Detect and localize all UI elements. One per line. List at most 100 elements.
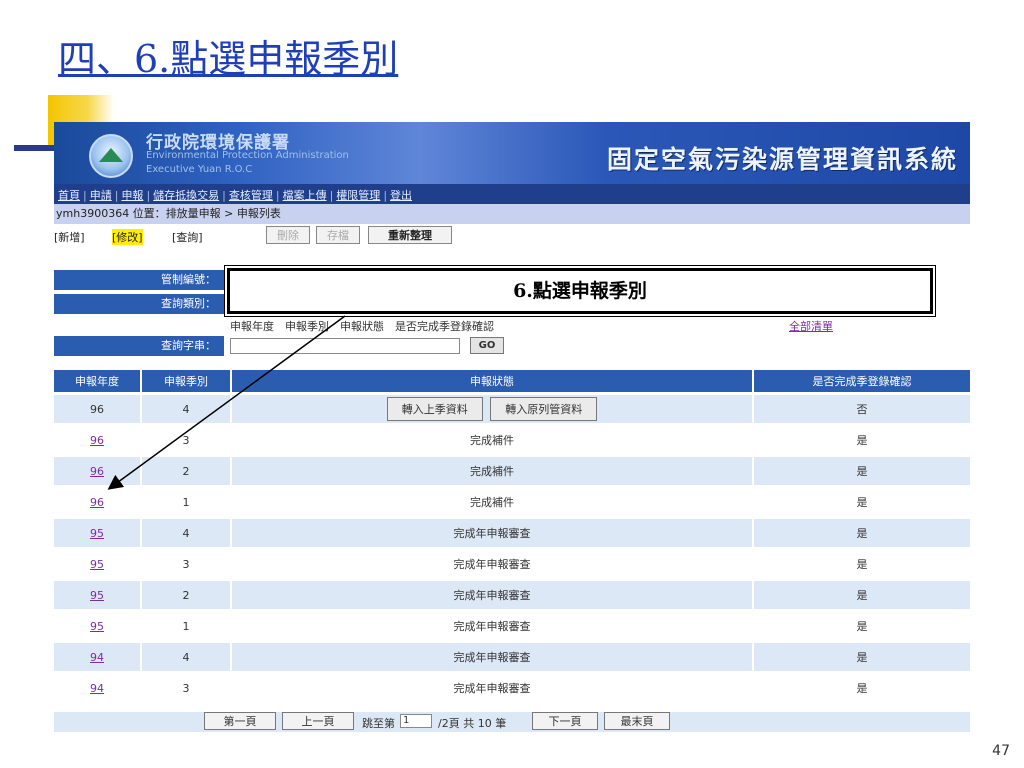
table-row: 95 2 完成年申報審查是	[54, 581, 970, 609]
year-cell: 96	[54, 488, 142, 516]
reset-button[interactable]: 重新整理	[368, 226, 452, 244]
season-cell: 4	[142, 519, 232, 547]
season-cell: 3	[142, 550, 232, 578]
report-table: 申報年度 申報季別 申報狀態 是否完成季登錄確認 96 4 轉入上季資料 轉入原…	[54, 367, 970, 705]
save-button[interactable]: 存檔	[316, 226, 360, 244]
import-original-list-button[interactable]: 轉入原列管資料	[490, 397, 598, 421]
col-header-year: 申報年度	[54, 370, 142, 392]
table-row: 94 3 完成年申報審查是	[54, 674, 970, 702]
query-link[interactable]: [查詢]	[172, 229, 203, 245]
confirm-cell: 是	[754, 643, 970, 671]
status-cell: 完成年申報審查	[232, 550, 754, 578]
epa-logo-icon	[89, 134, 133, 178]
table-row: 96 2 完成補件是	[54, 457, 970, 485]
status-cell: 完成補件	[232, 426, 754, 454]
year-cell: 95	[54, 519, 142, 547]
year-link[interactable]: 94	[90, 682, 104, 695]
jump-label: 跳至第	[362, 717, 395, 730]
query-type-options[interactable]: 申報年度 申報季別 申報狀態 是否完成季登錄確認	[230, 318, 494, 334]
year-cell: 96	[54, 457, 142, 485]
org-name-english: Environmental Protection Administration	[146, 150, 349, 161]
confirm-cell: 是	[754, 550, 970, 578]
top-nav: 首頁 | 申請 | 申報 | 儲存抵換交易 | 查核管理 | 檔案上傳 | 權限管理 | 登出	[54, 184, 970, 204]
confirm-cell: 是	[754, 457, 970, 485]
year-cell: 95	[54, 612, 142, 640]
nav-logout[interactable]: 登出	[390, 189, 412, 202]
next-page-button[interactable]: 下一頁	[532, 712, 598, 730]
confirm-cell: 否	[754, 395, 970, 423]
nav-apply[interactable]: 申請	[90, 189, 112, 202]
confirm-cell: 是	[754, 426, 970, 454]
query-string-label: 查詢字串：	[54, 336, 224, 356]
table-row: 96 3 完成補件是	[54, 426, 970, 454]
season-cell: 3	[142, 426, 232, 454]
table-row: 95 3 完成年申報審查是	[54, 550, 970, 578]
nav-home[interactable]: 首頁	[58, 189, 80, 202]
year-link[interactable]: 95	[90, 589, 104, 602]
nav-report[interactable]: 申報	[121, 189, 143, 202]
year-link[interactable]: 96	[90, 465, 104, 478]
go-button[interactable]: GO	[470, 337, 504, 354]
toolbar: [新增] [修改] [查詢] 刪除 存檔 重新整理	[54, 226, 970, 246]
status-cell: 完成補件	[232, 488, 754, 516]
season-cell: 3	[142, 674, 232, 702]
edit-link[interactable]: [修改]	[112, 229, 143, 245]
status-cell: 完成年申報審查	[232, 519, 754, 547]
prev-page-button[interactable]: 上一頁	[282, 712, 354, 730]
query-type-label: 查詢類別：	[54, 294, 224, 314]
location-label: 位置：	[132, 207, 166, 220]
year-link[interactable]: 96	[90, 434, 104, 447]
year-cell: 94	[54, 643, 142, 671]
col-header-season: 申報季別	[142, 370, 232, 392]
query-all-link[interactable]: 全部清單	[789, 318, 833, 334]
status-cell: 完成年申報審查	[232, 581, 754, 609]
confirm-cell: 是	[754, 674, 970, 702]
page-number: 47	[992, 743, 1010, 759]
import-last-season-button[interactable]: 轉入上季資料	[386, 397, 483, 421]
col-header-confirm: 是否完成季登錄確認	[754, 370, 970, 392]
year-cell: 94	[54, 674, 142, 702]
nav-audit[interactable]: 查核管理	[229, 189, 273, 202]
page-count-text: /2頁 共 10 筆	[438, 717, 507, 730]
confirm-cell: 是	[754, 519, 970, 547]
confirm-cell: 是	[754, 488, 970, 516]
season-cell: 4	[142, 643, 232, 671]
pager: 第一頁 上一頁 跳至第 1 /2頁 共 10 筆 下一頁 最末頁	[54, 712, 970, 732]
year-link[interactable]: 94	[90, 651, 104, 664]
status-cell: 完成補件	[232, 457, 754, 485]
header-banner: 行政院環境保護署 Environmental Protection Admini…	[54, 122, 970, 184]
status-cell: 完成年申報審查	[232, 674, 754, 702]
year-cell: 95	[54, 581, 142, 609]
user-id: ymh3900364	[56, 207, 130, 220]
last-page-button[interactable]: 最末頁	[604, 712, 670, 730]
first-page-button[interactable]: 第一頁	[204, 712, 276, 730]
season-cell: 1	[142, 612, 232, 640]
page-jump-input[interactable]: 1	[400, 714, 432, 728]
system-name: 固定空氣污染源管理資訊系統	[606, 145, 958, 174]
nav-upload[interactable]: 檔案上傳	[283, 189, 327, 202]
query-string-input[interactable]	[230, 338, 460, 354]
table-row: 96 1 完成補件是	[54, 488, 970, 516]
year-link[interactable]: 95	[90, 620, 104, 633]
col-header-status: 申報狀態	[232, 370, 754, 392]
confirm-cell: 是	[754, 581, 970, 609]
year-link[interactable]: 95	[90, 558, 104, 571]
confirm-cell: 是	[754, 612, 970, 640]
breadcrumb: 排放量申報 > 申報列表	[165, 207, 281, 220]
status-cell: 轉入上季資料 轉入原列管資料	[232, 395, 754, 423]
status-cell: 完成年申報審查	[232, 643, 754, 671]
delete-button[interactable]: 刪除	[266, 226, 310, 244]
callout-box: 6.點選申報季別	[224, 265, 936, 317]
add-link[interactable]: [新增]	[54, 229, 85, 245]
app-screenshot: 行政院環境保護署 Environmental Protection Admini…	[54, 122, 970, 732]
year-cell: 96	[54, 426, 142, 454]
nav-permissions[interactable]: 權限管理	[336, 189, 380, 202]
nav-offset-trading[interactable]: 儲存抵換交易	[153, 189, 219, 202]
season-cell: 2	[142, 581, 232, 609]
season-cell: 4	[142, 395, 232, 423]
season-cell: 2	[142, 457, 232, 485]
year-cell: 95	[54, 550, 142, 578]
year-cell: 96	[54, 395, 142, 423]
year-link[interactable]: 96	[90, 496, 104, 509]
year-link[interactable]: 95	[90, 527, 104, 540]
